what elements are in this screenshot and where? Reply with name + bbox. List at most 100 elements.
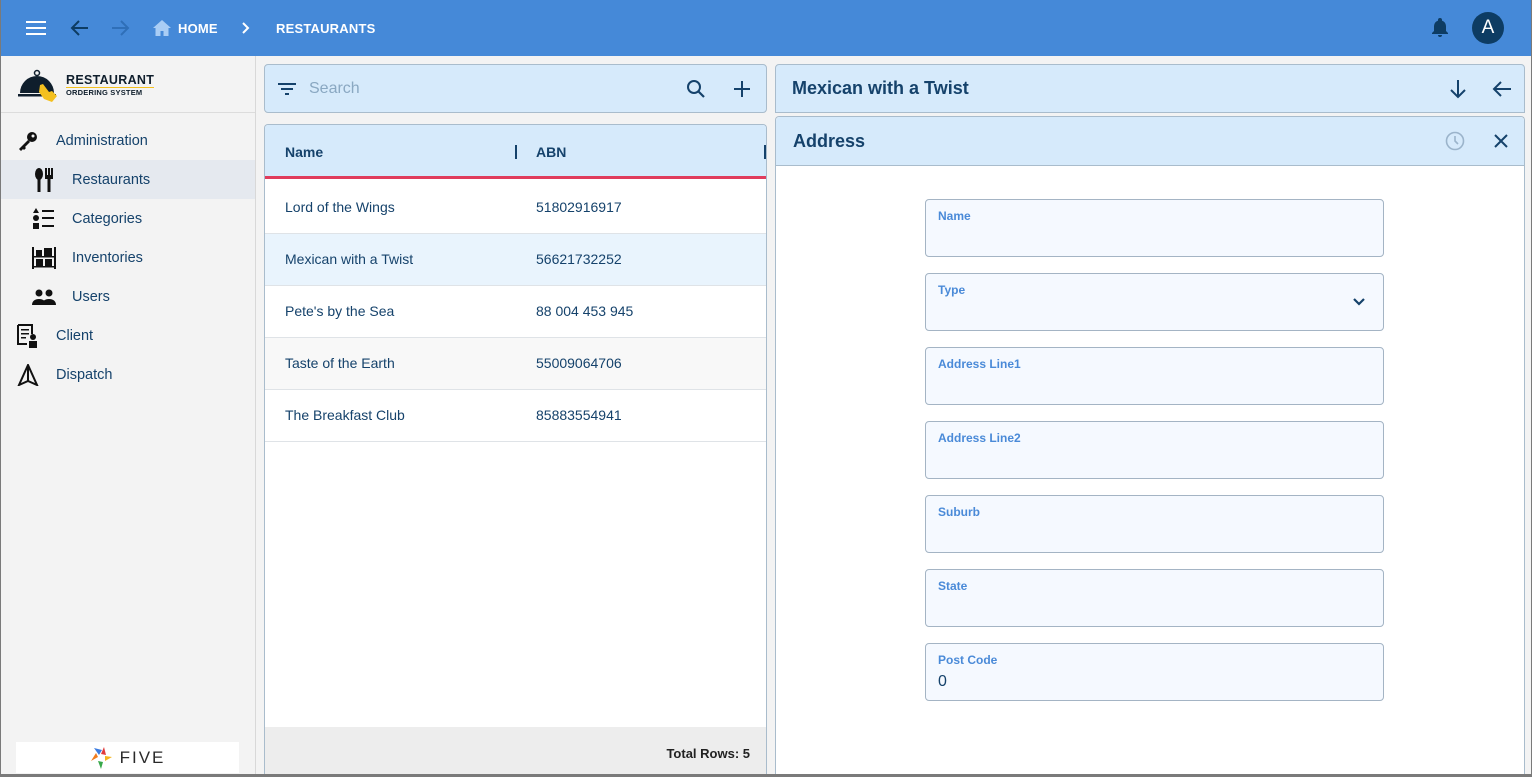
search-bar — [264, 64, 767, 113]
address-line2-input[interactable] — [938, 448, 1358, 472]
sidebar-item-dispatch[interactable]: Dispatch — [0, 355, 255, 394]
state-input[interactable] — [938, 596, 1358, 620]
logo-title: RESTAURANT — [66, 73, 155, 88]
sidebar-item-categories[interactable]: Categories — [0, 199, 255, 238]
field-label: Suburb — [938, 505, 980, 519]
breadcrumb-home[interactable]: HOME — [153, 16, 218, 40]
suburb-field[interactable]: Suburb — [925, 495, 1384, 553]
arrow-forward-icon — [112, 20, 130, 36]
bell-icon — [1432, 18, 1448, 37]
cell-abn: 51802916917 — [536, 199, 622, 215]
field-label: Address Line1 — [938, 357, 1021, 371]
sidebar-item-inventories[interactable]: Inventories — [0, 238, 255, 277]
cutlery-icon — [32, 167, 56, 192]
search-button[interactable] — [684, 77, 708, 101]
sidebar-item-client[interactable]: Client — [0, 316, 255, 355]
post-code-input[interactable] — [938, 670, 1358, 694]
search-input[interactable] — [309, 75, 669, 103]
sidebar-item-label: Administration — [56, 132, 148, 149]
record-title: Mexican with a Twist — [792, 78, 969, 98]
sidebar-item-label: Users — [72, 288, 110, 305]
notifications-button[interactable] — [1428, 16, 1452, 40]
sidebar-item-administration[interactable]: Administration — [0, 121, 255, 160]
sidebar-item-label: Categories — [72, 210, 143, 227]
cell-abn: 85883554941 — [536, 407, 622, 423]
address-line1-field[interactable]: Address Line1 — [925, 347, 1384, 405]
key-icon — [16, 129, 40, 153]
sidebar-item-label: Inventories — [72, 249, 143, 266]
users-icon — [32, 285, 56, 309]
app-logo: RESTAURANT ORDERING SYSTEM — [18, 68, 155, 104]
arrow-back-icon — [70, 20, 88, 36]
chevron-right-icon — [242, 22, 250, 34]
form-fields: Name Type Address Line1 Address Line2 Su… — [925, 199, 1384, 717]
user-avatar[interactable]: A — [1472, 12, 1504, 44]
cell-abn: 88 004 453 945 — [536, 303, 634, 319]
address-line2-field[interactable]: Address Line2 — [925, 421, 1384, 479]
form-title: Address — [793, 131, 866, 151]
suburb-input[interactable] — [938, 522, 1358, 546]
table-row[interactable]: Lord of the Wings 51802916917 — [265, 182, 766, 234]
history-button[interactable] — [1443, 129, 1467, 153]
logo-subtitle: ORDERING SYSTEM — [66, 88, 143, 97]
five-brand-logo: FIVE — [16, 742, 239, 773]
expand-down-button[interactable] — [1446, 77, 1470, 101]
post-code-field[interactable]: Post Code — [925, 643, 1384, 701]
list-header: Name ABN — [265, 125, 766, 179]
record-back-button[interactable] — [1490, 77, 1514, 101]
type-input[interactable] — [938, 300, 1358, 324]
sidebar-item-label: Client — [56, 327, 94, 344]
table-row[interactable]: Pete's by the Sea 88 004 453 945 — [265, 286, 766, 338]
close-button[interactable] — [1489, 129, 1513, 153]
field-label: Post Code — [938, 653, 998, 667]
menu-button[interactable] — [24, 16, 48, 40]
name-input[interactable] — [938, 226, 1358, 250]
name-field[interactable]: Name — [925, 199, 1384, 257]
cell-name: Lord of the Wings — [285, 199, 395, 215]
table-row[interactable]: The Breakfast Club 85883554941 — [265, 390, 766, 442]
plus-icon — [734, 81, 750, 97]
cloche-hand-logo-icon — [18, 69, 57, 102]
top-app-bar: HOME RESTAURANTS A — [0, 0, 1532, 56]
sidebar-nav: Administration Restaurants Categories In… — [0, 121, 255, 394]
chevron-down-icon[interactable] — [1349, 292, 1369, 312]
sidebar-item-restaurants[interactable]: Restaurants — [0, 160, 255, 199]
list-footer: Total Rows: 5 — [265, 727, 766, 777]
total-rows-count: Total Rows: 5 — [666, 746, 750, 761]
clock-icon — [1445, 131, 1465, 151]
field-label: Name — [938, 209, 971, 223]
breadcrumb-separator — [237, 16, 255, 40]
restaurants-list: Name ABN Lord of the Wings 51802916917 M… — [264, 124, 767, 777]
field-label: Address Line2 — [938, 431, 1021, 445]
column-header-name[interactable]: Name — [285, 144, 323, 160]
sidebar-item-users[interactable]: Users — [0, 277, 255, 316]
cell-name: Taste of the Earth — [285, 355, 395, 371]
column-resize-handle[interactable] — [764, 145, 766, 159]
home-icon — [153, 20, 171, 36]
category-list-icon — [32, 207, 56, 231]
cell-name: The Breakfast Club — [285, 407, 405, 423]
address-form: Address Name Type Address Line1 Address … — [775, 116, 1525, 777]
add-button[interactable] — [730, 77, 754, 101]
table-row[interactable]: Mexican with a Twist 56621732252 — [265, 234, 766, 286]
address-line1-input[interactable] — [938, 374, 1358, 398]
divider — [0, 112, 255, 113]
sidebar-item-label: Dispatch — [56, 366, 113, 383]
field-label: Type — [938, 283, 966, 297]
column-header-abn[interactable]: ABN — [536, 144, 566, 160]
list-rows: Lord of the Wings 51802916917 Mexican wi… — [265, 182, 766, 442]
dispatch-arrow-icon — [16, 363, 40, 387]
forward-button[interactable] — [108, 16, 132, 40]
state-field[interactable]: State — [925, 569, 1384, 627]
form-header: Address — [776, 117, 1524, 166]
field-label: State — [938, 579, 968, 593]
breadcrumb-home-label: HOME — [178, 20, 218, 36]
filter-button[interactable] — [275, 77, 299, 101]
record-header: Mexican with a Twist — [775, 64, 1525, 113]
column-resize-handle[interactable] — [515, 145, 517, 159]
sidebar-item-label: Restaurants — [72, 171, 151, 188]
type-select[interactable]: Type — [925, 273, 1384, 331]
table-row[interactable]: Taste of the Earth 55009064706 — [265, 338, 766, 390]
cell-name: Mexican with a Twist — [285, 251, 414, 267]
back-button[interactable] — [68, 16, 92, 40]
